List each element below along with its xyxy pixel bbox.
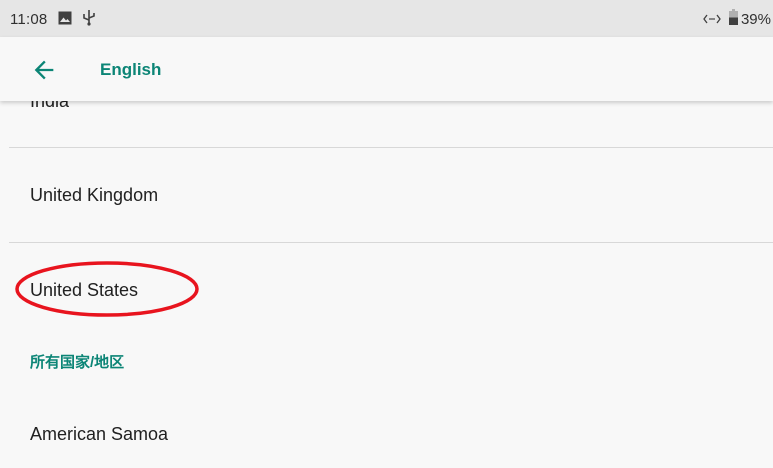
country-list[interactable]: India United Kingdom United States 所有国家/… — [0, 101, 773, 468]
section-header-all-regions: 所有国家/地区 — [30, 354, 125, 371]
status-bar: 11:08 39% — [0, 0, 773, 37]
list-item-label: United Kingdom — [30, 185, 159, 205]
list-item-american-samoa[interactable]: American Samoa — [0, 391, 773, 468]
status-bar-left: 11:08 — [10, 9, 96, 30]
list-item-label: American Samoa — [30, 424, 169, 444]
toolbar: English — [0, 37, 773, 101]
image-icon — [58, 11, 72, 29]
list-item-label: United States — [30, 280, 139, 300]
list-item-label: India — [30, 101, 70, 111]
status-bar-right: 39% — [703, 9, 771, 29]
list-item-united-states[interactable]: United States — [0, 243, 773, 337]
usb-icon — [83, 9, 96, 30]
list-item-united-kingdom[interactable]: United Kingdom — [0, 148, 773, 242]
battery-icon — [728, 9, 738, 29]
data-transfer-icon — [703, 11, 721, 28]
battery-percent: 39% — [740, 10, 771, 28]
back-button[interactable] — [30, 56, 58, 84]
status-time: 11:08 — [10, 11, 48, 28]
arrow-back-icon — [34, 60, 54, 80]
page-title: English — [100, 60, 162, 79]
list-item-india[interactable]: India — [0, 101, 773, 147]
